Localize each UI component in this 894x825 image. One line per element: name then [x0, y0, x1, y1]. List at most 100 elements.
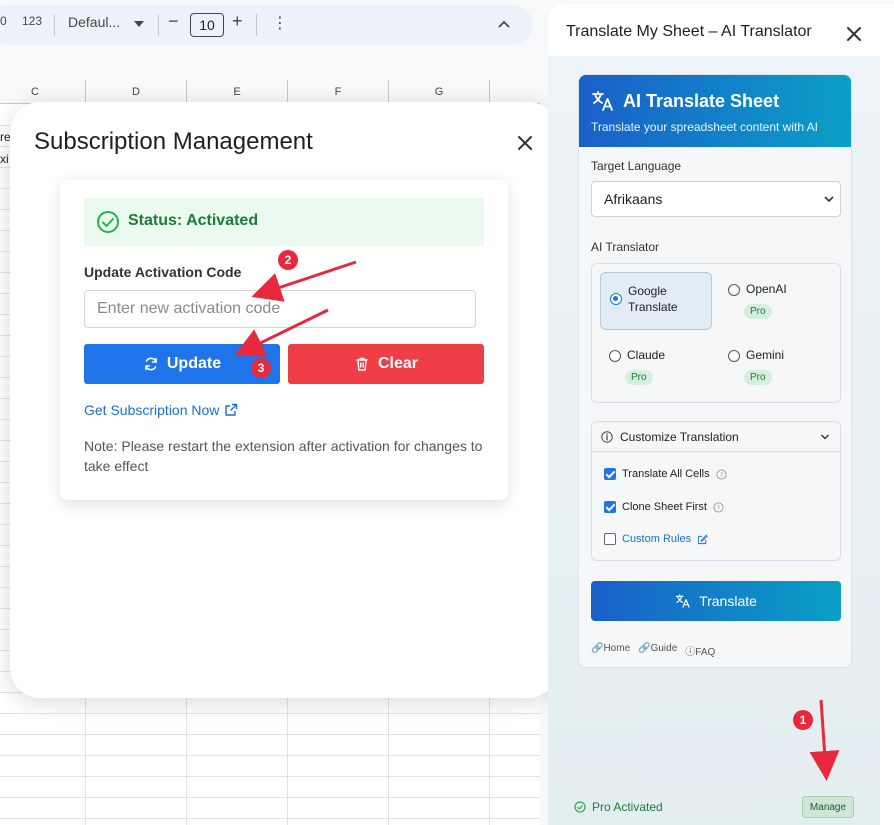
customize-translation-header[interactable]: Customize Translation [592, 422, 840, 452]
translate-icon [675, 594, 690, 608]
clear-button-label: Clear [377, 355, 419, 372]
customize-translation-section: Customize Translation Translate All Cell… [591, 421, 841, 561]
modal-title: Subscription Management [34, 128, 313, 155]
chevron-down-icon [824, 196, 834, 203]
grid-row-line [0, 713, 540, 714]
toolbar-divider [158, 14, 159, 36]
annotation-badge-2: 2 [278, 250, 298, 270]
collapse-toolbar-icon[interactable] [498, 20, 510, 28]
grid-row-line [0, 797, 540, 798]
svg-text:?: ? [719, 470, 722, 478]
column-header-e[interactable]: E [186, 80, 287, 104]
sidebar-title: Translate My Sheet – AI Translator [566, 23, 812, 40]
activation-code-label: Update Activation Code [84, 264, 242, 280]
font-family-select[interactable]: Defaul... [68, 14, 120, 30]
edit-icon[interactable] [697, 534, 708, 545]
toolbar-divider [54, 14, 55, 36]
external-link-icon [225, 403, 238, 416]
sidebar-panel: AI Translate Sheet Translate your spread… [548, 56, 880, 825]
format-decimal-button[interactable]: 0 [0, 14, 7, 28]
column-header-row: C D E F G [0, 80, 540, 104]
close-icon[interactable] [510, 128, 540, 158]
customize-translation-label: Customize Translation [620, 430, 739, 444]
pro-badge: Pro [744, 370, 772, 385]
column-header-f[interactable]: F [287, 80, 388, 104]
target-language-select[interactable]: Afrikaans [591, 181, 841, 217]
more-options-icon[interactable]: ⋮ [272, 13, 288, 33]
close-icon[interactable] [842, 22, 866, 46]
restart-note: Note: Please restart the extension after… [84, 438, 483, 474]
option-custom-rules[interactable]: Custom Rules [604, 533, 708, 545]
engine-openai-label: OpenAI [746, 282, 787, 296]
translator-header-subtitle: Translate your spreadsheet content with … [591, 120, 819, 134]
grid-row-line [0, 776, 540, 777]
pro-badge: Pro [625, 370, 653, 385]
chevron-down-icon [821, 434, 829, 440]
target-language-label: Target Language [591, 159, 682, 173]
clone-sheet-first-checkbox[interactable] [604, 501, 616, 513]
manage-button[interactable]: Manage [802, 796, 854, 818]
info-icon [601, 431, 613, 443]
translate-button[interactable]: Translate [591, 581, 841, 621]
annotation-badge-1: 1 [793, 710, 813, 730]
radio-google[interactable] [610, 293, 622, 305]
column-header-next[interactable] [489, 80, 540, 104]
activation-code-input[interactable] [84, 290, 476, 328]
translate-all-cells-checkbox[interactable] [604, 468, 616, 480]
translator-card: AI Translate Sheet Translate your spread… [578, 74, 852, 668]
addon-sidebar: Translate My Sheet – AI Translator AI Tr… [548, 4, 894, 825]
svg-text:?: ? [717, 503, 720, 511]
clone-sheet-first-label: Clone Sheet First [622, 501, 707, 513]
engine-claude[interactable]: Claude Pro [600, 338, 712, 396]
help-icon[interactable]: ? [713, 501, 724, 513]
radio-openai[interactable] [728, 284, 740, 296]
column-header-d[interactable]: D [85, 80, 186, 104]
cell-text-fragment: xi [0, 152, 9, 166]
target-language-value: Afrikaans [604, 191, 663, 207]
custom-rules-checkbox[interactable] [604, 533, 616, 545]
custom-rules-link[interactable]: Custom Rules [622, 533, 691, 545]
translate-icon [592, 91, 613, 111]
column-header-g[interactable]: G [388, 80, 489, 104]
ai-engine-group: Google Translate OpenAI Pro Claude Pro G… [591, 263, 841, 403]
guide-link[interactable]: 🔗Guide [638, 643, 677, 658]
subscription-modal: Subscription Management Status: Activate… [10, 102, 558, 698]
update-button-label: Update [166, 355, 222, 372]
option-translate-all-cells[interactable]: Translate All Cells ? [604, 468, 727, 480]
status-banner: Status: Activated [84, 198, 484, 246]
check-circle-icon [97, 211, 119, 233]
pro-status-text: Pro Activated [592, 800, 663, 814]
help-icon[interactable]: ? [716, 468, 727, 480]
sidebar-footer: Pro Activated Manage [564, 790, 864, 820]
home-link-label: Home [603, 643, 631, 654]
option-clone-sheet-first[interactable]: Clone Sheet First ? [604, 501, 724, 513]
grid-row-line [0, 818, 540, 819]
font-dropdown-icon[interactable] [134, 20, 144, 28]
refresh-icon [145, 357, 157, 371]
guide-link-label: Guide [650, 643, 678, 654]
trash-icon [356, 357, 368, 371]
engine-gemini[interactable]: Gemini Pro [726, 338, 836, 396]
engine-google[interactable]: Google Translate [600, 272, 712, 330]
increase-font-size-button[interactable]: + [232, 11, 243, 32]
translate-all-cells-label: Translate All Cells [622, 468, 710, 480]
font-size-input[interactable]: 10 [190, 13, 224, 37]
check-circle-icon [574, 801, 586, 813]
ai-translator-label: AI Translator [591, 240, 660, 254]
decrease-font-size-button[interactable]: − [168, 11, 179, 32]
faq-link[interactable]: ⓘFAQ [685, 643, 715, 658]
radio-claude[interactable] [609, 350, 621, 362]
format-number-button[interactable]: 123 [22, 14, 42, 28]
translate-button-label: Translate [699, 593, 757, 609]
home-link[interactable]: 🔗Home [591, 643, 630, 658]
grid-row-line [0, 734, 540, 735]
get-subscription-link[interactable]: Get Subscription Now [84, 402, 238, 418]
pro-badge: Pro [744, 304, 772, 319]
engine-gemini-label: Gemini [746, 348, 785, 362]
column-header-c[interactable]: C [0, 80, 85, 104]
clear-button[interactable]: Clear [288, 344, 484, 384]
sheets-toolbar: 0 123 Defaul... − 10 + ⋮ [0, 0, 548, 52]
pro-status: Pro Activated [574, 800, 663, 814]
radio-gemini[interactable] [728, 350, 740, 362]
engine-openai[interactable]: OpenAI Pro [726, 272, 836, 330]
